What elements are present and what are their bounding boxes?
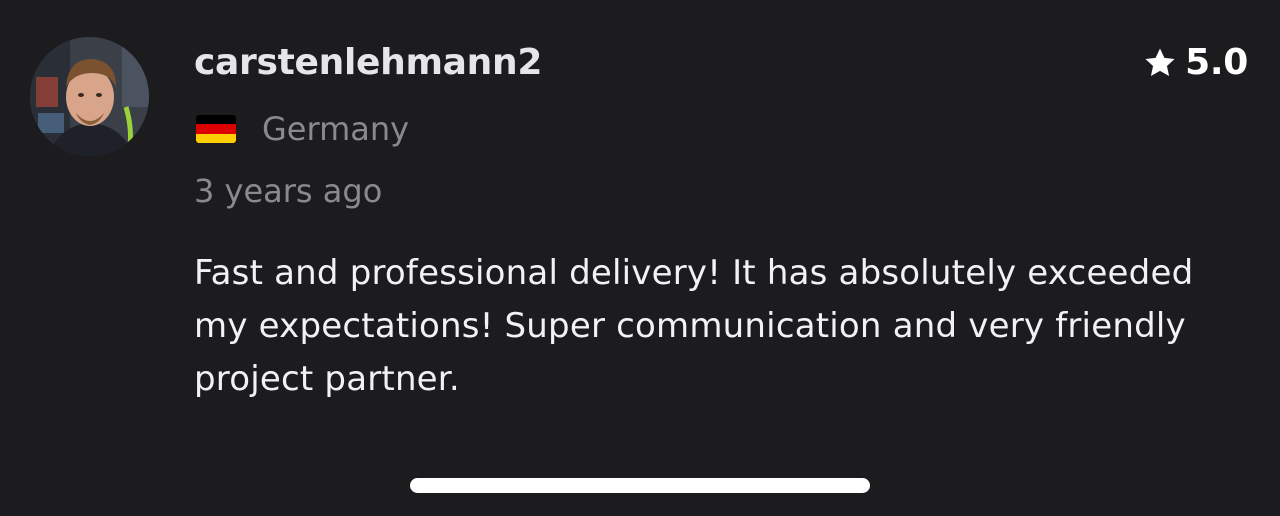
star-icon xyxy=(1143,46,1177,80)
reviewer-username[interactable]: carstenlehmann2 xyxy=(194,42,542,83)
rating-value: 5.0 xyxy=(1185,42,1248,83)
review-timestamp: 3 years ago xyxy=(194,172,383,210)
home-indicator[interactable] xyxy=(410,478,870,493)
avatar[interactable] xyxy=(30,37,149,156)
rating: 5.0 xyxy=(1143,42,1248,83)
review-card: carstenlehmann2 5.0 Germany 3 years ago … xyxy=(0,0,1280,516)
reviewer-country: Germany xyxy=(196,110,409,148)
germany-flag-icon xyxy=(196,115,236,143)
review-text: Fast and professional delivery! It has a… xyxy=(194,253,1194,399)
country-name: Germany xyxy=(262,110,410,148)
